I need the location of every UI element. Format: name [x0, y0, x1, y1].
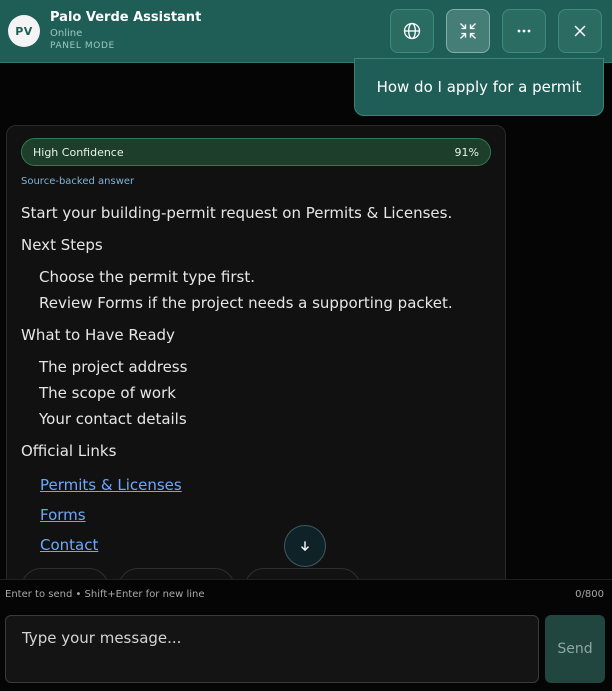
composer-hint: Enter to send • Shift+Enter for new line: [5, 589, 205, 600]
avatar: PV: [8, 15, 40, 47]
scroll-to-bottom-button[interactable]: [284, 525, 326, 567]
link-forms[interactable]: Forms: [40, 506, 86, 524]
user-message: How do I apply for a permit: [354, 58, 604, 116]
source-label: Source-backed answer: [21, 176, 135, 187]
ready-heading: What to Have Ready: [21, 326, 175, 344]
message-input[interactable]: [5, 615, 539, 683]
collapse-button[interactable]: [446, 9, 490, 53]
confidence-badge: High Confidence 91%: [21, 138, 491, 166]
language-button[interactable]: [390, 9, 434, 53]
collapse-arrows-icon: [460, 23, 476, 39]
mode-label: PANEL MODE: [50, 41, 115, 51]
character-counter: 0/800: [575, 589, 604, 600]
assistant-answer-card: High Confidence 91% Source-backed answer…: [6, 125, 506, 595]
next-steps-heading: Next Steps: [21, 236, 103, 254]
links-heading: Official Links: [21, 442, 117, 460]
close-button[interactable]: [558, 9, 602, 53]
status-text: Online: [50, 28, 83, 39]
confidence-value: 91%: [454, 145, 479, 159]
close-icon: [574, 25, 586, 37]
send-button[interactable]: Send: [545, 615, 605, 683]
next-step-item: Review Forms if the project needs a supp…: [39, 294, 453, 312]
link-contact[interactable]: Contact: [40, 536, 98, 554]
ready-item: The project address: [39, 358, 188, 376]
link-permits-licenses[interactable]: Permits & Licenses: [40, 476, 182, 494]
arrow-down-icon: [301, 541, 309, 552]
chat-header: PV Palo Verde Assistant Online PANEL MOD…: [0, 0, 612, 63]
ready-item: The scope of work: [39, 384, 176, 402]
ellipsis-icon: [517, 29, 531, 33]
next-step-item: Choose the permit type first.: [39, 268, 255, 286]
ready-item: Your contact details: [39, 410, 187, 428]
more-button[interactable]: [502, 9, 546, 53]
confidence-label: High Confidence: [33, 145, 124, 159]
answer-intro: Start your building-permit request on Pe…: [21, 204, 453, 222]
globe-icon: [403, 22, 421, 40]
assistant-title: Palo Verde Assistant: [50, 10, 202, 25]
